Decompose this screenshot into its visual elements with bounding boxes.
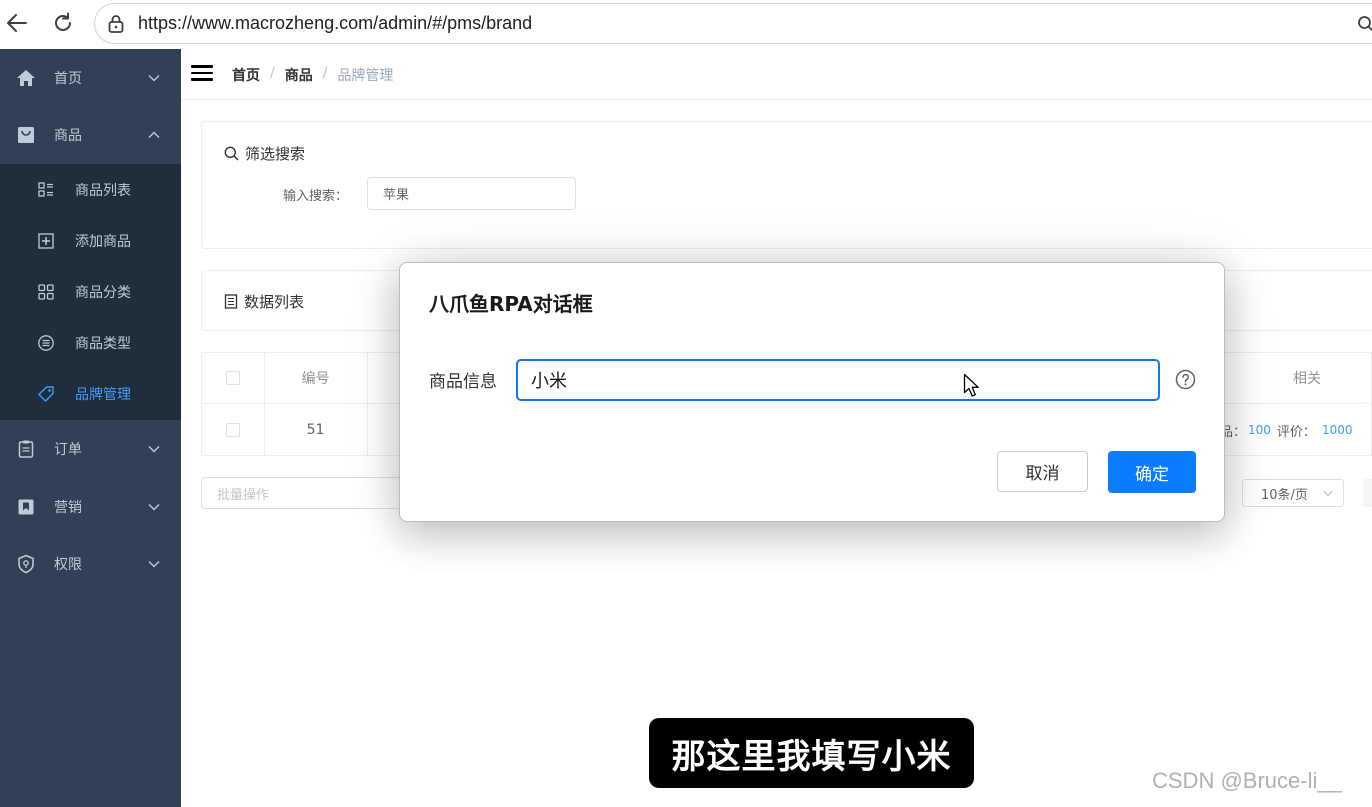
breadcrumb-products[interactable]: 商品	[285, 65, 313, 85]
chevron-down-icon	[148, 561, 160, 568]
cancel-button[interactable]: 取消	[997, 451, 1088, 492]
sidebar-item-marketing[interactable]: 营销	[0, 478, 181, 536]
column-header-related[interactable]: 相关	[1242, 353, 1372, 403]
products-submenu: 商品列表 添加商品 商品分类 商品类型 品牌管理	[0, 164, 181, 420]
shopping-bag-icon	[18, 127, 34, 143]
search-input[interactable]: 苹果	[367, 177, 576, 210]
clipboard-icon	[18, 440, 34, 458]
help-icon[interactable]	[1175, 369, 1196, 390]
row-related: 商品： 100 评价： 1000	[1207, 404, 1372, 456]
add-box-icon	[38, 232, 54, 249]
sidebar-item-label: 订单	[54, 442, 82, 458]
breadcrumb-current: 品牌管理	[337, 68, 394, 84]
breadcrumb: 首页 / 商品 / 品牌管理	[232, 65, 393, 85]
lines-circle-icon	[38, 334, 54, 351]
page-size-select[interactable]: 10条/页	[1242, 479, 1344, 507]
sidebar-item-product-type[interactable]: 商品类型	[0, 317, 181, 368]
reload-button[interactable]	[50, 10, 76, 36]
chevron-up-icon	[148, 131, 160, 138]
tag-icon	[38, 385, 54, 402]
table-divider	[367, 353, 368, 456]
chevron-down-icon	[1323, 490, 1333, 497]
column-header-id[interactable]: 编号	[264, 353, 367, 403]
sidebar-item-label: 商品分类	[75, 284, 131, 301]
sidebar-item-brand-management[interactable]: 品牌管理	[0, 368, 181, 419]
sidebar-item-label: 营销	[54, 500, 82, 516]
confirm-button[interactable]: 确定	[1108, 451, 1196, 493]
bookmark-icon	[18, 499, 34, 515]
row-checkbox[interactable]	[202, 404, 264, 456]
filter-title: 筛选搜索	[224, 143, 305, 164]
page-size-value: 10条/页	[1261, 487, 1308, 503]
search-icon[interactable]	[1357, 15, 1372, 33]
sidebar: 首页 商品 商品列表 添加商品 商品分类 商品类型 品牌管理 订单 营销 权限	[0, 49, 181, 807]
breadcrumb-separator: /	[270, 65, 275, 81]
sidebar-item-label: 添加商品	[75, 233, 131, 250]
search-label: 输入搜索：	[283, 189, 349, 204]
breadcrumb-home[interactable]: 首页	[232, 65, 260, 85]
sidebar-item-product-list[interactable]: 商品列表	[0, 164, 181, 215]
breadcrumb-separator: /	[322, 65, 328, 81]
chevron-down-icon	[148, 504, 160, 511]
sidebar-item-products[interactable]: 商品	[0, 106, 181, 164]
sidebar-item-label: 首页	[54, 71, 82, 87]
pagination-button[interactable]	[1363, 479, 1372, 507]
back-button[interactable]	[4, 10, 30, 36]
reload-icon	[55, 12, 71, 31]
sidebar-item-label: 权限	[54, 557, 82, 573]
filter-card: 筛选搜索 输入搜索： 苹果	[201, 121, 1372, 249]
grid-icon	[38, 283, 54, 300]
document-icon	[224, 294, 238, 309]
mouse-cursor-icon	[963, 373, 979, 397]
address-bar[interactable]: https://www.macrozheng.com/admin/#/pms/b…	[94, 3, 1372, 44]
search-icon	[224, 146, 239, 161]
product-info-input[interactable]: 小米	[516, 359, 1160, 401]
sidebar-item-label: 品牌管理	[75, 386, 131, 403]
related-products-link[interactable]: 100	[1248, 423, 1271, 437]
csdn-watermark: CSDN @Bruce-li__	[1152, 768, 1342, 793]
sidebar-item-add-product[interactable]: 添加商品	[0, 215, 181, 266]
related-reviews-label: 评价：	[1276, 424, 1316, 440]
app-header: 首页 / 商品 / 品牌管理	[181, 49, 1372, 100]
chevron-down-icon	[148, 75, 160, 82]
dialog-title: 八爪鱼RPA对话框	[429, 292, 593, 316]
shield-icon	[18, 554, 34, 574]
product-info-label: 商品信息	[429, 372, 497, 392]
url-text: https://www.macrozheng.com/admin/#/pms/b…	[138, 13, 533, 33]
sidebar-item-label: 商品类型	[75, 335, 131, 352]
data-list-title: 数据列表	[224, 291, 304, 312]
lock-icon	[108, 15, 124, 33]
hamburger-menu-icon[interactable]	[191, 65, 213, 83]
related-reviews-link[interactable]: 1000	[1322, 423, 1353, 437]
select-all-checkbox[interactable]	[202, 353, 264, 403]
arrow-left-icon	[7, 14, 27, 32]
sidebar-item-label: 商品	[54, 128, 82, 144]
sidebar-item-orders[interactable]: 订单	[0, 420, 181, 478]
sidebar-item-label: 商品列表	[75, 182, 131, 199]
rpa-dialog: 八爪鱼RPA对话框 商品信息 小米 取消 确定	[399, 262, 1225, 522]
chevron-down-icon	[148, 446, 160, 453]
row-id: 51	[306, 422, 325, 438]
home-icon	[17, 70, 35, 86]
sidebar-item-home[interactable]: 首页	[0, 49, 181, 107]
batch-operation-select[interactable]: 批量操作	[201, 477, 406, 509]
video-subtitle: 那这里我填写小米	[649, 718, 974, 788]
list-icon	[38, 181, 53, 197]
sidebar-item-permissions[interactable]: 权限	[0, 535, 181, 593]
sidebar-item-product-category[interactable]: 商品分类	[0, 266, 181, 317]
browser-toolbar: https://www.macrozheng.com/admin/#/pms/b…	[0, 0, 1372, 49]
